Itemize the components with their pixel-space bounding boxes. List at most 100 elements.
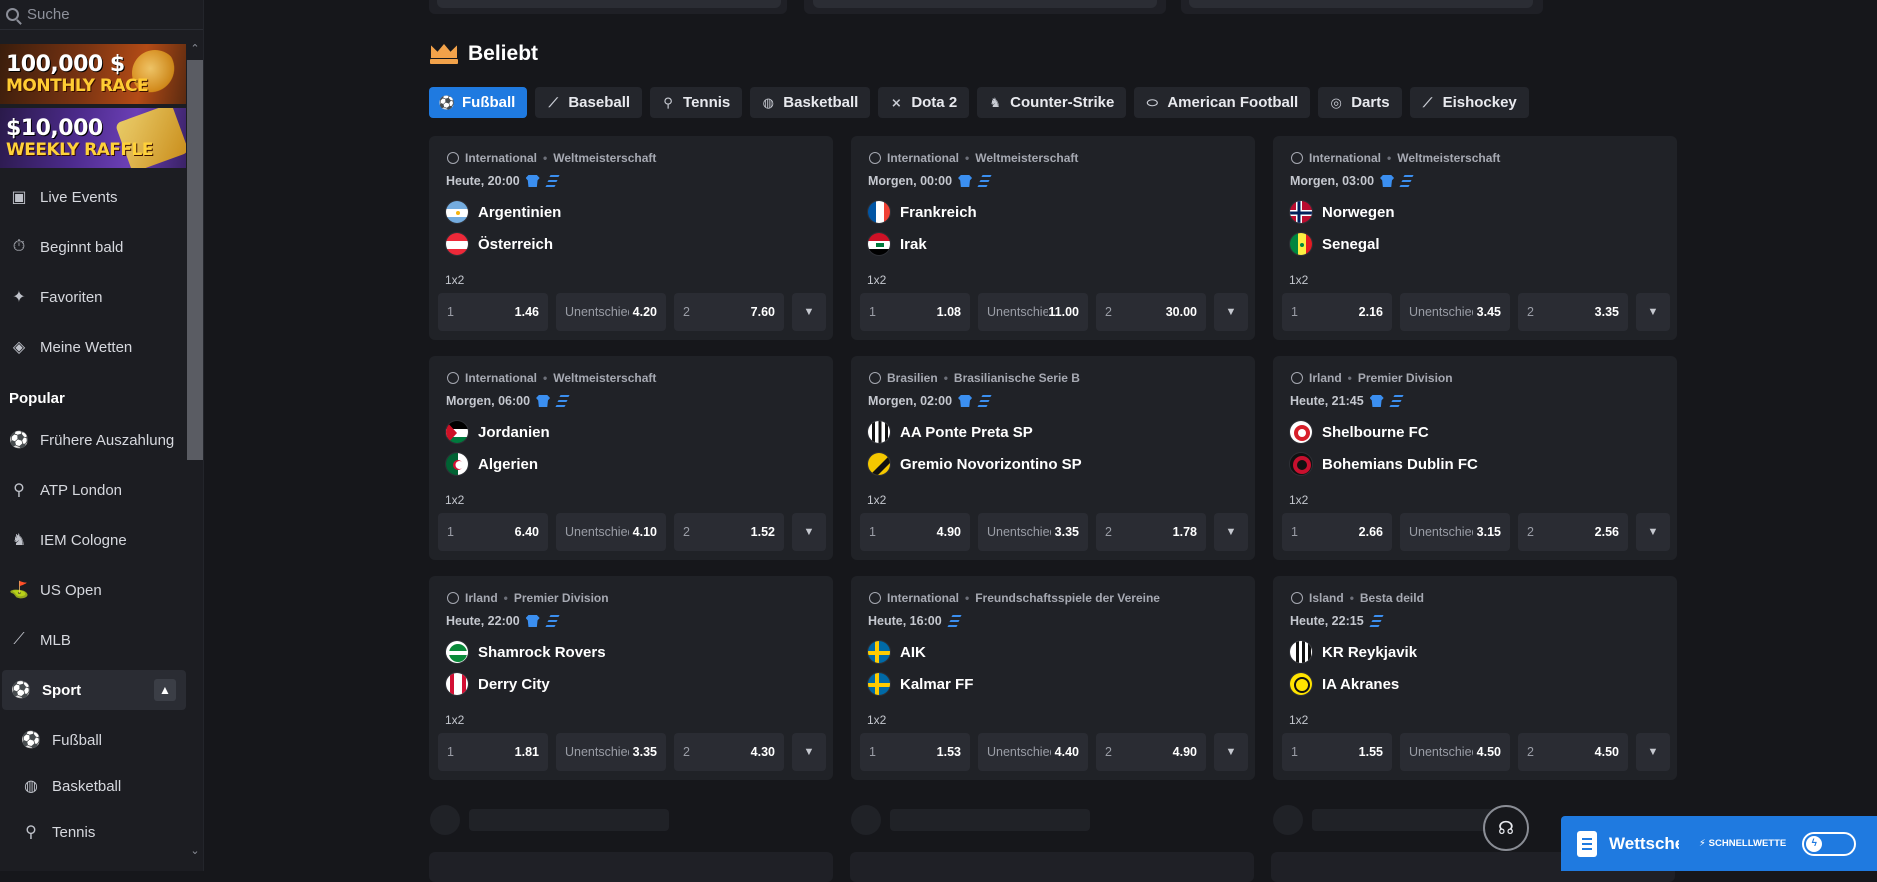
odd-button-home[interactable]: 1 1.55	[1282, 733, 1392, 771]
odd-button-draw[interactable]: Unentschieden 4.50	[1400, 733, 1510, 771]
search-input[interactable]: Suche	[27, 6, 70, 23]
odd-button-home[interactable]: 1 4.90	[860, 513, 970, 551]
chevron-down-icon[interactable]: ⌄	[189, 846, 201, 857]
support-chat-button[interactable]: ☊	[1483, 805, 1529, 851]
sidebar-item-live-events[interactable]: ▣ Live Events	[0, 177, 186, 217]
sidebar-item-favoriten[interactable]: ✦ Favoriten	[0, 277, 186, 317]
odd-button-home[interactable]: 1 2.16	[1282, 293, 1392, 331]
tab-baseball[interactable]: ⟋ Baseball	[535, 87, 643, 118]
card-stub-button[interactable]	[1189, 0, 1533, 8]
odd-button-home[interactable]: 1 1.53	[860, 733, 970, 771]
odd-button-away[interactable]: 2 1.78	[1096, 513, 1206, 551]
sidebar-item-atp-london[interactable]: ⚲ ATP London	[0, 470, 186, 510]
tab-dota-2[interactable]: ⨯ Dota 2	[878, 87, 970, 118]
home-team[interactable]: Jordanien	[445, 420, 550, 444]
away-team[interactable]: Kalmar FF	[867, 672, 973, 696]
tab-basketball[interactable]: ◍ Basketball	[750, 87, 871, 118]
more-markets-button[interactable]: ▼	[1636, 733, 1670, 771]
match-card[interactable]: Irland • Premier Division Heute, 21:45 S…	[1273, 356, 1677, 560]
away-team[interactable]: Gremio Novorizontino SP	[867, 452, 1082, 476]
more-markets-button[interactable]: ▼	[792, 733, 826, 771]
match-card[interactable]: International • Freundschaftsspiele der …	[851, 576, 1255, 780]
odd-button-draw[interactable]: Unentschieden 3.15	[1400, 513, 1510, 551]
sidebar-item-basketball[interactable]: ◍ Basketball	[0, 766, 186, 806]
odd-button-away[interactable]: 2 2.56	[1518, 513, 1628, 551]
home-team[interactable]: Shelbourne FC	[1289, 420, 1429, 444]
odd-button-home[interactable]: 1 6.40	[438, 513, 548, 551]
odd-button-home[interactable]: 1 1.08	[860, 293, 970, 331]
away-team[interactable]: IA Akranes	[1289, 672, 1399, 696]
away-team[interactable]: Bohemians Dublin FC	[1289, 452, 1478, 476]
match-card[interactable]: Irland • Premier Division Heute, 22:00 S…	[429, 576, 833, 780]
more-markets-button[interactable]: ▼	[1214, 293, 1248, 331]
home-team[interactable]: AIK	[867, 640, 926, 664]
more-markets-button[interactable]: ▼	[1214, 513, 1248, 551]
odd-button-draw[interactable]: Unentschieden 3.35	[556, 733, 666, 771]
away-team[interactable]: Irak	[867, 232, 927, 256]
odd-button-away[interactable]: 2 30.00	[1096, 293, 1206, 331]
sidebar-item-mlb[interactable]: ⟋ MLB	[0, 620, 186, 660]
sidebar-item-us-open[interactable]: ⛳ US Open	[0, 570, 186, 610]
more-markets-button[interactable]: ▼	[792, 513, 826, 551]
match-card[interactable]: International • Weltmeisterschaft Morgen…	[851, 136, 1255, 340]
odd-button-away[interactable]: 2 3.35	[1518, 293, 1628, 331]
chevron-up-icon[interactable]: ⌃	[189, 44, 201, 55]
odd-button-away[interactable]: 2 1.52	[674, 513, 784, 551]
odd-button-draw[interactable]: Unentschieden 3.45	[1400, 293, 1510, 331]
tab-darts[interactable]: ◎ Darts	[1318, 87, 1402, 118]
scrollbar-thumb[interactable]	[187, 60, 203, 460]
betslip-title[interactable]: Wettschein	[1609, 834, 1679, 854]
sidebar-item-tennis[interactable]: ⚲ Tennis	[0, 812, 186, 852]
more-markets-button[interactable]: ▼	[1214, 733, 1248, 771]
home-team[interactable]: KR Reykjavik	[1289, 640, 1417, 664]
odd-button-away[interactable]: 2 4.50	[1518, 733, 1628, 771]
card-stub-button[interactable]	[813, 0, 1157, 8]
odd-button-draw[interactable]: Unentschieden 11.00	[978, 293, 1088, 331]
tab-counter-strike[interactable]: ♞ Counter-Strike	[977, 87, 1127, 118]
weekly-raffle-banner[interactable]: $10,000 WEEKLY RAFFLE	[0, 108, 186, 168]
match-card[interactable]: Island • Besta deild Heute, 22:15 KR Rey…	[1273, 576, 1677, 780]
quickbet-toggle[interactable]: ϟ	[1802, 831, 1857, 856]
search-box[interactable]: Suche	[0, 0, 203, 30]
more-markets-button[interactable]: ▼	[792, 293, 826, 331]
home-team[interactable]: Shamrock Rovers	[445, 640, 606, 664]
odd-button-away[interactable]: 2 4.30	[674, 733, 784, 771]
odd-button-draw[interactable]: Unentschieden 4.20	[556, 293, 666, 331]
monthly-race-banner[interactable]: 100,000 $ MONTHLY RACE	[0, 44, 186, 104]
match-card[interactable]: International • Weltmeisterschaft Morgen…	[1273, 136, 1677, 340]
tab-american-football[interactable]: ⬭ American Football	[1134, 87, 1311, 118]
odd-button-draw[interactable]: Unentschieden 4.10	[556, 513, 666, 551]
sidebar-item-iem-cologne[interactable]: ♞ IEM Cologne	[0, 520, 186, 560]
sidebar-item-fussball[interactable]: ⚽ Fußball	[0, 720, 186, 760]
odd-button-away[interactable]: 2 7.60	[674, 293, 784, 331]
betslip-bar[interactable]: Wettschein ⚡ SCHNELLWETTE ϟ	[1561, 816, 1877, 871]
match-card[interactable]: International • Weltmeisterschaft Heute,…	[429, 136, 833, 340]
odd-button-home[interactable]: 1 1.81	[438, 733, 548, 771]
home-team[interactable]: AA Ponte Preta SP	[867, 420, 1033, 444]
more-markets-button[interactable]: ▼	[1636, 513, 1670, 551]
away-team[interactable]: Österreich	[445, 232, 553, 256]
more-markets-button[interactable]: ▼	[1636, 293, 1670, 331]
match-card[interactable]: International • Weltmeisterschaft Morgen…	[429, 356, 833, 560]
card-stub-button[interactable]	[437, 0, 781, 8]
chevron-up-icon[interactable]: ▲	[154, 679, 176, 701]
odd-button-draw[interactable]: Unentschieden 3.35	[978, 513, 1088, 551]
sidebar-scrollbar[interactable]: ⌃ ⌄	[187, 42, 203, 860]
sidebar-item-beginnt-bald[interactable]: ⏱ Beginnt bald	[0, 227, 186, 267]
sidebar-item-fruehere-auszahlung[interactable]: ⚽ Frühere Auszahlung	[0, 420, 186, 460]
tab-fussball[interactable]: ⚽ Fußball	[429, 87, 528, 118]
home-team[interactable]: Argentinien	[445, 200, 561, 224]
tab-eishockey[interactable]: ⟋ Eishockey	[1409, 87, 1529, 118]
sidebar-item-meine-wetten[interactable]: ◈ Meine Wetten	[0, 327, 186, 367]
sidebar-item-sport[interactable]: ⚽ Sport ▲	[2, 670, 186, 710]
home-team[interactable]: Frankreich	[867, 200, 977, 224]
odd-button-draw[interactable]: Unentschieden 4.40	[978, 733, 1088, 771]
odd-button-away[interactable]: 2 4.90	[1096, 733, 1206, 771]
odd-button-home[interactable]: 1 2.66	[1282, 513, 1392, 551]
away-team[interactable]: Senegal	[1289, 232, 1380, 256]
away-team[interactable]: Derry City	[445, 672, 550, 696]
home-team[interactable]: Norwegen	[1289, 200, 1395, 224]
tab-tennis[interactable]: ⚲ Tennis	[650, 87, 743, 118]
match-card[interactable]: Brasilien • Brasilianische Serie B Morge…	[851, 356, 1255, 560]
away-team[interactable]: Algerien	[445, 452, 538, 476]
